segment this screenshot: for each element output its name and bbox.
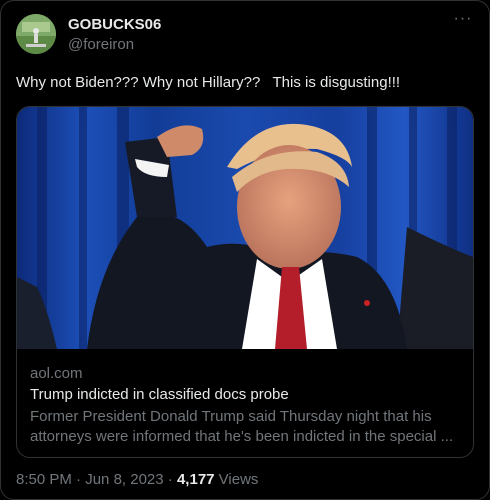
card-title[interactable]: Trump indicted in classified docs probe [30, 385, 461, 405]
card-description: Former President Donald Trump said Thurs… [30, 407, 461, 447]
user-handle[interactable]: @foreiron [68, 35, 161, 55]
card-description-line-2: attorneys were informed that he's been i… [30, 428, 454, 445]
tweet-date[interactable]: Jun 8, 2023 [85, 471, 163, 488]
tweet-footer: 8:50 PM · Jun 8, 2023 · 4,177 Views [16, 470, 258, 490]
separator: · [163, 471, 177, 488]
tweet-text: Why not Biden??? Why not Hillary?? This … [16, 74, 401, 91]
card-domain: aol.com [30, 365, 83, 382]
separator: · [71, 471, 86, 488]
more-horizontal-icon[interactable]: ··· [452, 11, 474, 32]
card-photo [17, 107, 473, 349]
tweet-time[interactable]: 8:50 PM [16, 471, 72, 488]
display-name[interactable]: GOBUCKS06 [68, 16, 161, 34]
avatar[interactable] [16, 14, 56, 54]
card-meta: aol.com Trump indicted in classified doc… [30, 364, 461, 447]
card-description-line-1: Former President Donald Trump said Thurs… [30, 408, 432, 425]
link-card[interactable]: aol.com Trump indicted in classified doc… [16, 106, 474, 458]
user-block: GOBUCKS06 @foreiron [68, 16, 161, 55]
avatar-image [16, 14, 56, 54]
views-label: Views [214, 471, 259, 488]
views-count[interactable]: 4,177 [177, 471, 215, 488]
card-image [17, 107, 473, 349]
tweet-header: GOBUCKS06 @foreiron ··· [16, 11, 474, 58]
